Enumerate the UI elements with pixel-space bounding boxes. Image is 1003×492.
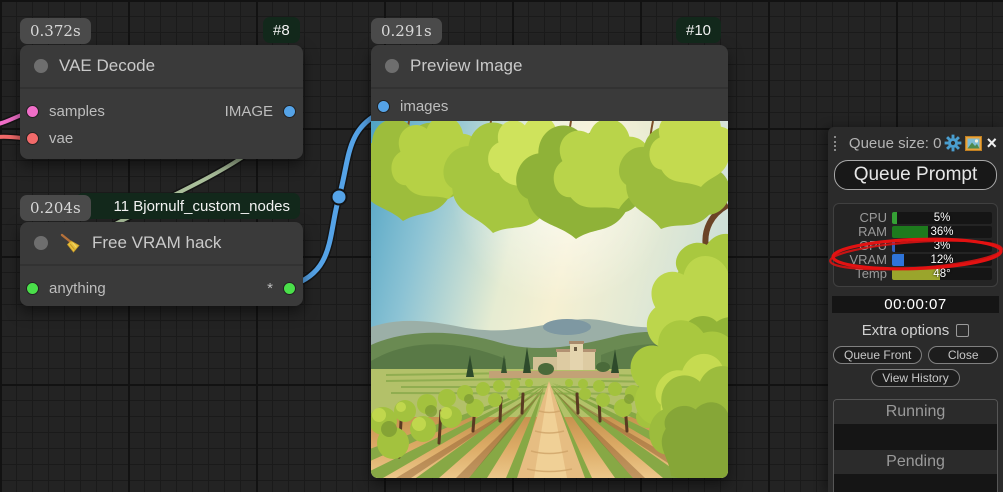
gear-icon[interactable] [944,134,962,152]
slot-label: IMAGE [225,103,273,120]
collapse-dot-icon[interactable] [34,59,48,73]
output-slot-image[interactable] [283,105,296,118]
running-list [834,424,997,450]
preview-image-vineyard [371,121,728,478]
input-slot-anything[interactable] [26,282,39,295]
stat-row-gpu: GPU 3% [839,239,992,252]
running-section-title: Running [834,400,997,424]
input-slot-samples[interactable] [26,105,39,118]
extra-options-checkbox[interactable] [956,324,969,337]
slot-label: vae [49,130,73,147]
node-id-badge: #10 [676,17,721,43]
queue-size-label: Queue size: 0 [841,135,942,152]
execution-time-badge: 0.204s [20,195,91,221]
system-stats-panel: CPU 5% RAM 36% GPU 3% VRAM 12% Temp 48° [833,203,998,287]
image-toggle-icon[interactable] [965,134,982,152]
stat-row-ram: RAM 36% [839,225,992,238]
queue-menu-panel: Queue size: 0 [828,127,1003,492]
collapse-dot-icon[interactable] [385,59,399,73]
close-button[interactable]: Close [928,346,998,364]
view-history-button[interactable]: View History [871,369,959,387]
node-title: Preview Image [410,56,522,76]
node-header[interactable]: Preview Image [371,45,728,89]
queue-prompt-button[interactable]: Queue Prompt [834,160,997,190]
node-header[interactable]: VAE Decode [20,45,303,89]
slot-label: samples [49,103,105,120]
node-vae-decode[interactable]: VAE Decode samples IMAGE vae [20,45,303,159]
node-preview-image[interactable]: Preview Image images [371,45,728,478]
node-title: Free VRAM hack [92,233,221,253]
input-slot-vae[interactable] [26,132,39,145]
execution-time-badge: 0.372s [20,18,91,44]
broom-icon [59,233,81,253]
collapse-dot-icon[interactable] [34,236,48,250]
node-title: VAE Decode [59,56,155,76]
extra-options-label: Extra options [862,322,950,339]
node-header[interactable]: Free VRAM hack [20,222,303,266]
stat-row-cpu: CPU 5% [839,211,992,224]
slot-label: anything [49,280,106,297]
slot-label: images [400,98,448,115]
output-slot-any[interactable] [283,282,296,295]
slot-label: * [267,280,273,297]
queue-front-button[interactable]: Queue Front [833,346,922,364]
queue-lists-panel: Running Pending [833,399,998,492]
stat-row-vram: VRAM 12% [839,253,992,266]
pending-list [834,474,997,492]
elapsed-timer: 00:00:07 [832,296,999,313]
link-midpoint-dot [332,190,347,205]
node-id-badge: 11 Bjornulf_custom_nodes [76,193,300,219]
execution-time-badge: 0.291s [371,18,442,44]
input-slot-images[interactable] [377,100,390,113]
pending-section-title: Pending [834,450,997,474]
close-icon[interactable]: × [986,134,997,152]
stat-row-temp: Temp 48° [839,267,992,280]
node-free-vram-hack[interactable]: Free VRAM hack anything * [20,222,303,306]
drag-handle[interactable] [834,136,837,151]
node-id-badge: #8 [263,17,300,43]
comfyui-canvas[interactable]: 0.372s #8 VAE Decode samples IMAGE vae 1… [0,0,1003,492]
